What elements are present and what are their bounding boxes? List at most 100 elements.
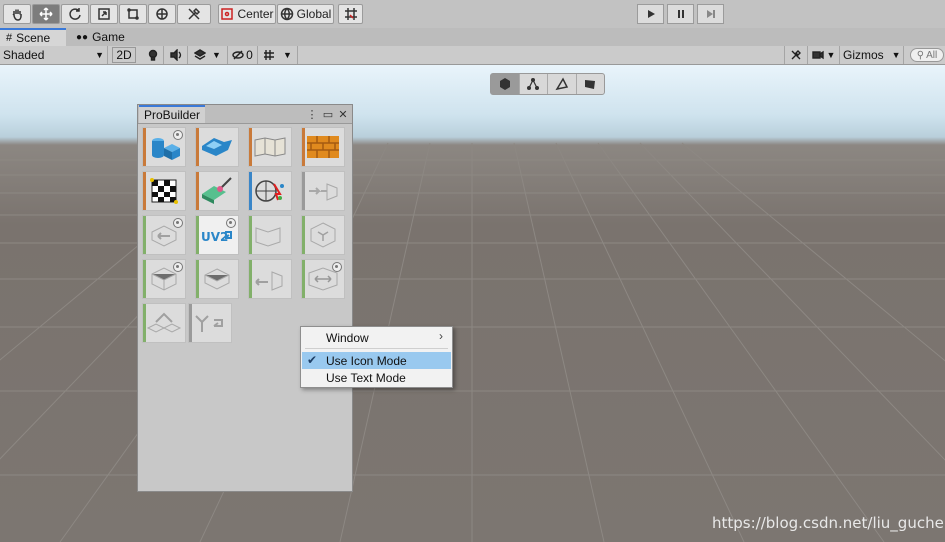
2d-toggle-button[interactable]: 2D xyxy=(112,47,136,63)
extrude-edge-tool[interactable] xyxy=(301,171,345,211)
object-mode-button[interactable] xyxy=(491,74,520,94)
center-pivot-icon xyxy=(310,222,336,248)
window-menu-button[interactable]: ⋮ xyxy=(306,107,318,121)
mirror-tool[interactable] xyxy=(248,259,292,299)
subdivide-tool[interactable] xyxy=(301,259,345,299)
settings-gear-icon[interactable] xyxy=(173,262,183,272)
tools-toggle[interactable] xyxy=(784,46,808,64)
settings-gear-icon[interactable] xyxy=(332,262,342,272)
settings-gear-icon[interactable] xyxy=(173,130,183,140)
rotate-icon xyxy=(69,8,81,20)
camera-settings-dropdown[interactable]: ▼ xyxy=(808,46,840,64)
hand-icon xyxy=(12,9,22,21)
settings-gear-icon[interactable] xyxy=(226,218,236,228)
move-tool-button[interactable] xyxy=(32,4,60,24)
select-sphere-icon xyxy=(255,180,284,202)
checker-uv-icon xyxy=(150,178,178,204)
main-toolbar: Center Global xyxy=(0,0,945,29)
search-placeholder: All xyxy=(926,49,938,61)
step-button[interactable] xyxy=(697,4,724,24)
vertex-colors-tool[interactable] xyxy=(195,171,239,211)
snap-button[interactable] xyxy=(338,4,363,24)
gizmos-dropdown[interactable]: Gizmos ▼ xyxy=(840,46,904,64)
center-pivot-tool[interactable] xyxy=(301,215,345,255)
chevron-down-icon: ▼ xyxy=(891,50,901,60)
rect-tool-button[interactable] xyxy=(119,4,147,24)
vertex-mode-button[interactable] xyxy=(520,74,548,94)
menu-item-use-text-mode[interactable]: Use Text Mode xyxy=(302,369,451,386)
maximize-icon: ▭ xyxy=(322,108,334,121)
play-icon xyxy=(647,10,655,18)
new-shape-tool[interactable] xyxy=(142,127,186,167)
smooth-tool[interactable] xyxy=(248,127,292,167)
probuilder-window: ProBuilder ⋮ ▭ ✕ UV2 xyxy=(137,104,353,492)
rotate-tool-button[interactable] xyxy=(61,4,89,24)
tab-scene-label: Scene xyxy=(16,31,51,45)
watermark-text: https://blog.csdn.net/liu_gucheng xyxy=(712,514,945,532)
set-pivot-tool[interactable] xyxy=(142,215,186,255)
pivot-mode-button[interactable]: Center xyxy=(218,4,276,24)
play-button[interactable] xyxy=(637,4,664,24)
draw-mode-dropdown[interactable]: Shaded ▼ xyxy=(0,46,108,64)
2d-label: 2D xyxy=(116,48,132,62)
pause-icon xyxy=(677,10,684,18)
menu-divider xyxy=(305,348,448,349)
camera-icon xyxy=(811,50,824,60)
selection-tool[interactable] xyxy=(248,171,292,211)
tab-scene[interactable]: # Scene xyxy=(0,28,66,46)
scale-tool-button[interactable] xyxy=(90,4,118,24)
close-button[interactable]: ✕ xyxy=(337,107,349,121)
flip-normals-tool[interactable] xyxy=(248,215,292,255)
lighting-toggle[interactable] xyxy=(142,46,164,64)
hand-tool-button[interactable] xyxy=(3,4,31,24)
grid-snap-icon xyxy=(344,8,357,20)
scale-icon xyxy=(98,8,110,20)
search-input[interactable]: ⚲ All xyxy=(910,48,944,62)
menu-item-use-text-mode-label: Use Text Mode xyxy=(326,370,406,385)
rect-transform-icon xyxy=(127,8,139,20)
mirror-arrow-icon xyxy=(255,271,283,291)
chevron-down-icon: ▼ xyxy=(826,50,836,60)
material-editor-tool[interactable] xyxy=(301,127,345,167)
custom-tools-button[interactable] xyxy=(177,4,211,24)
probuilderize-icon xyxy=(195,315,223,332)
conform-normals-tool[interactable] xyxy=(142,259,186,299)
tab-game[interactable]: ●● Game xyxy=(70,28,130,46)
effects-dropdown[interactable]: ▼ xyxy=(188,46,228,64)
gamepad-icon: ●● xyxy=(76,31,89,43)
chevron-right-icon: › xyxy=(439,329,443,343)
close-icon: ✕ xyxy=(338,108,348,121)
triangulate-tool[interactable] xyxy=(195,259,239,299)
new-poly-shape-tool[interactable] xyxy=(195,127,239,167)
chevron-down-icon: ▼ xyxy=(95,50,104,60)
audio-toggle[interactable] xyxy=(164,46,188,64)
smooth-icon xyxy=(254,137,286,157)
lightmap-uvs-tool[interactable]: UV2 xyxy=(195,215,239,255)
face-mode-button[interactable] xyxy=(577,74,605,94)
gizmos-label: Gizmos xyxy=(843,48,884,62)
probuilderize-tool[interactable] xyxy=(188,303,232,343)
pivot-rotation-button[interactable]: Global xyxy=(277,4,334,24)
settings-gear-icon[interactable] xyxy=(173,218,183,228)
grid-camera-icon xyxy=(264,50,275,60)
maximize-button[interactable]: ▭ xyxy=(322,107,334,121)
scene-visibility-toggle[interactable]: 0 xyxy=(228,46,258,64)
uv-editor-tool[interactable] xyxy=(142,171,186,211)
pivot-center-icon xyxy=(221,8,234,20)
pause-button[interactable] xyxy=(667,4,694,24)
tools-icon xyxy=(188,7,201,20)
transform-icon xyxy=(156,8,168,20)
menu-item-use-icon-mode[interactable]: ✔ Use Icon Mode xyxy=(302,352,451,369)
transform-tool-button[interactable] xyxy=(148,4,176,24)
edge-mode-button[interactable] xyxy=(548,74,577,94)
chevron-down-icon: ▼ xyxy=(212,50,221,60)
menu-item-use-icon-mode-label: Use Icon Mode xyxy=(326,353,407,368)
speaker-icon xyxy=(169,49,181,61)
scene-camera-dropdown[interactable]: ▼ xyxy=(258,46,298,64)
menu-item-window[interactable]: Window › xyxy=(302,329,451,346)
tab-game-label: Game xyxy=(92,30,125,44)
merge-objects-tool[interactable] xyxy=(142,303,186,343)
probuilder-selection-mode-toolbar xyxy=(490,73,605,95)
step-icon xyxy=(706,10,715,18)
probuilder-tab[interactable]: ProBuilder xyxy=(139,105,206,123)
